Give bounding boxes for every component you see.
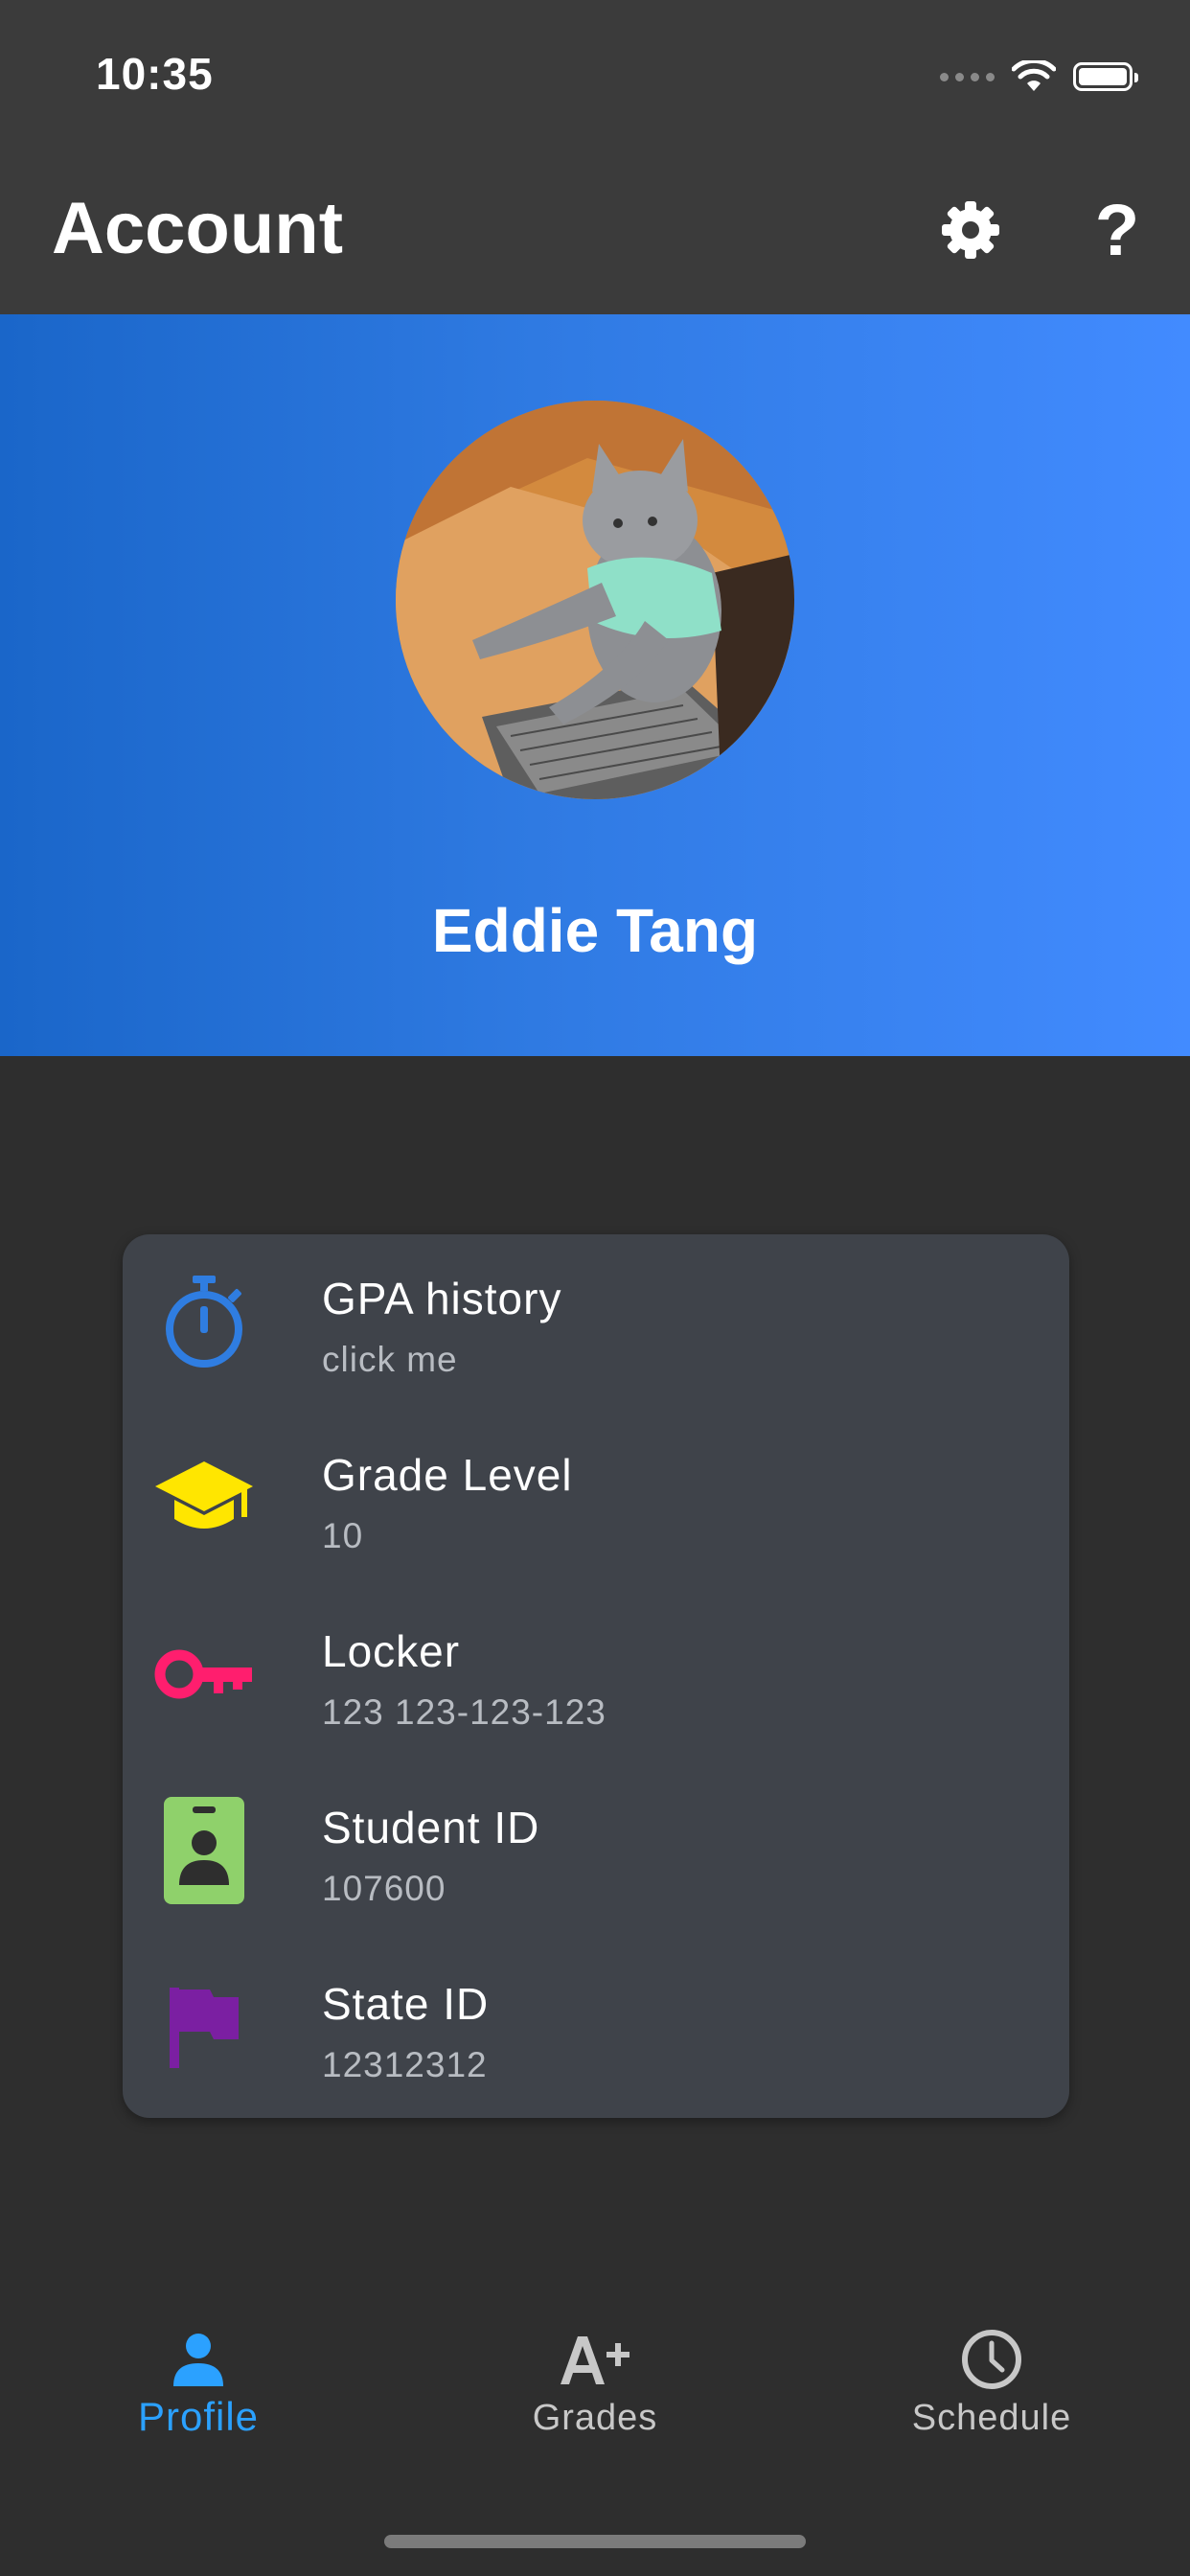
student-id-value: 107600 bbox=[322, 1869, 446, 1908]
locker-item[interactable]: Locker 123 123-123-123 bbox=[123, 1587, 1069, 1763]
stopwatch-icon bbox=[151, 1269, 257, 1374]
profile-banner: Eddie Tang bbox=[0, 314, 1190, 1056]
avatar-photo bbox=[396, 401, 794, 799]
signal-dots-icon bbox=[940, 72, 995, 81]
flag-icon bbox=[151, 1974, 257, 2080]
app-bar: Account ? bbox=[0, 153, 1190, 314]
user-name: Eddie Tang bbox=[431, 896, 759, 965]
state-id-title: State ID bbox=[322, 1979, 490, 2029]
battery-icon bbox=[1073, 62, 1138, 91]
id-badge-icon bbox=[151, 1797, 257, 1904]
info-card: GPA history click me Grade Level 10 Lock… bbox=[123, 1234, 1069, 2118]
a-plus-icon bbox=[397, 2321, 793, 2398]
gpa-history-item[interactable]: GPA history click me bbox=[123, 1234, 1069, 1411]
person-icon bbox=[0, 2321, 397, 2398]
gpa-history-title: GPA history bbox=[322, 1274, 562, 1323]
avatar[interactable] bbox=[396, 401, 794, 799]
status-time: 10:35 bbox=[96, 49, 214, 99]
grade-level-value: 10 bbox=[322, 1516, 364, 1555]
nav-profile[interactable]: Profile bbox=[0, 2300, 397, 2492]
locker-title: Locker bbox=[322, 1626, 461, 1676]
student-id-title: Student ID bbox=[322, 1803, 540, 1852]
gpa-history-subtitle: click me bbox=[322, 1340, 458, 1379]
state-id-value: 12312312 bbox=[322, 2045, 488, 2084]
wifi-icon bbox=[1012, 60, 1056, 91]
state-id-item[interactable]: State ID 12312312 bbox=[123, 1940, 1069, 2116]
status-bar: 10:35 bbox=[0, 0, 1190, 153]
nav-schedule-label: Schedule bbox=[911, 2398, 1072, 2438]
help-button[interactable]: ? bbox=[1083, 188, 1152, 272]
clock-icon bbox=[793, 2321, 1190, 2398]
nav-schedule[interactable]: Schedule bbox=[793, 2300, 1190, 2492]
status-icons bbox=[940, 56, 1138, 98]
key-icon bbox=[151, 1622, 257, 1727]
page-title: Account bbox=[52, 188, 343, 269]
student-id-item[interactable]: Student ID 107600 bbox=[123, 1763, 1069, 1940]
locker-value: 123 123-123-123 bbox=[322, 1692, 606, 1732]
nav-grades[interactable]: Grades bbox=[397, 2300, 793, 2492]
graduation-cap-icon bbox=[151, 1445, 257, 1551]
nav-profile-label: Profile bbox=[137, 2394, 260, 2439]
grade-level-title: Grade Level bbox=[322, 1450, 573, 1500]
grade-level-item[interactable]: Grade Level 10 bbox=[123, 1411, 1069, 1587]
home-indicator bbox=[384, 2535, 806, 2548]
gear-icon bbox=[942, 201, 999, 259]
settings-button[interactable] bbox=[934, 194, 1007, 266]
nav-grades-label: Grades bbox=[532, 2398, 658, 2438]
